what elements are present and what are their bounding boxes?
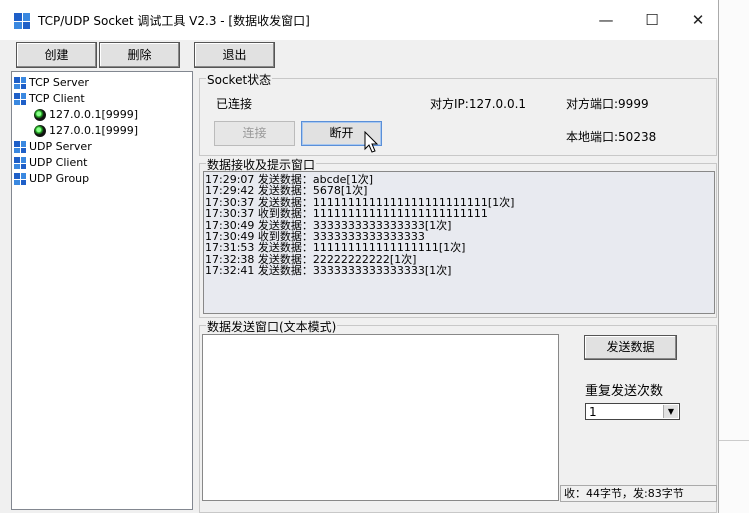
grid-icon — [14, 77, 26, 89]
close-icon[interactable]: ✕ — [675, 0, 718, 40]
minimize-icon[interactable]: — — [583, 0, 629, 40]
delete-button[interactable]: 删除 — [99, 42, 180, 68]
receive-log[interactable]: 17:29:07 发送数据：abcde[1次] 17:29:42 发送数据：56… — [203, 171, 715, 314]
toolbar: 创建 删除 退出 — [0, 40, 718, 70]
remote-ip: 对方IP:127.0.0.1 — [430, 97, 527, 111]
mouse-cursor-icon — [364, 131, 379, 153]
background-divider — [719, 440, 749, 441]
tree-item-client-connection-1[interactable]: 127.0.0.1[9999] — [34, 107, 138, 123]
chevron-down-icon[interactable]: ▼ — [663, 405, 678, 418]
exit-button[interactable]: 退出 — [194, 42, 275, 68]
tree-item-tcp-client[interactable]: TCP Client — [14, 91, 85, 107]
grid-icon — [14, 173, 26, 185]
send-data-button[interactable]: 发送数据 — [584, 335, 677, 360]
background-window — [719, 0, 749, 513]
log-line: 17:32:41 发送数据：3333333333333333[1次] — [205, 264, 452, 278]
remote-port: 对方端口:9999 — [566, 97, 649, 111]
connection-tree: TCP Server TCP Client 127.0.0.1[9999] 12… — [11, 71, 193, 510]
grid-icon — [14, 141, 26, 153]
log-line: 17:30:37 收到数据：1111111111111111111111111 — [205, 207, 488, 221]
tree-item-client-connection-2[interactable]: 127.0.0.1[9999] — [34, 123, 138, 139]
grid-icon — [14, 93, 26, 105]
connected-icon — [34, 125, 46, 137]
connect-button[interactable]: 连接 — [214, 121, 295, 146]
repeat-count-label: 重复发送次数 — [585, 384, 664, 399]
maximize-icon[interactable]: ☐ — [629, 0, 675, 40]
tree-item-udp-client[interactable]: UDP Client — [14, 155, 88, 171]
connected-icon — [34, 109, 46, 121]
create-button[interactable]: 创建 — [16, 42, 97, 68]
window-title: TCP/UDP Socket 调试工具 V2.3 - [数据收发窗口] — [38, 14, 310, 28]
app-icon — [14, 13, 30, 29]
tree-item-tcp-server[interactable]: TCP Server — [14, 75, 89, 91]
title-bar: TCP/UDP Socket 调试工具 V2.3 - [数据收发窗口] — ☐ … — [0, 0, 718, 40]
grid-icon — [14, 157, 26, 169]
tree-item-udp-group[interactable]: UDP Group — [14, 171, 89, 187]
connection-state: 已连接 — [216, 97, 253, 111]
local-port: 本地端口:50238 — [566, 130, 657, 144]
send-group-label: 数据发送窗口(文本模式) — [206, 318, 338, 335]
socket-status-label: Socket状态 — [206, 71, 273, 88]
repeat-count-select[interactable]: 1 ▼ — [585, 403, 680, 420]
app-window: TCP/UDP Socket 调试工具 V2.3 - [数据收发窗口] — ☐ … — [0, 0, 719, 513]
repeat-count-value: 1 — [589, 405, 597, 419]
tree-item-udp-server[interactable]: UDP Server — [14, 139, 92, 155]
send-text-area[interactable] — [202, 334, 559, 501]
byte-stats: 收：44字节，发:83字节 — [560, 485, 717, 502]
